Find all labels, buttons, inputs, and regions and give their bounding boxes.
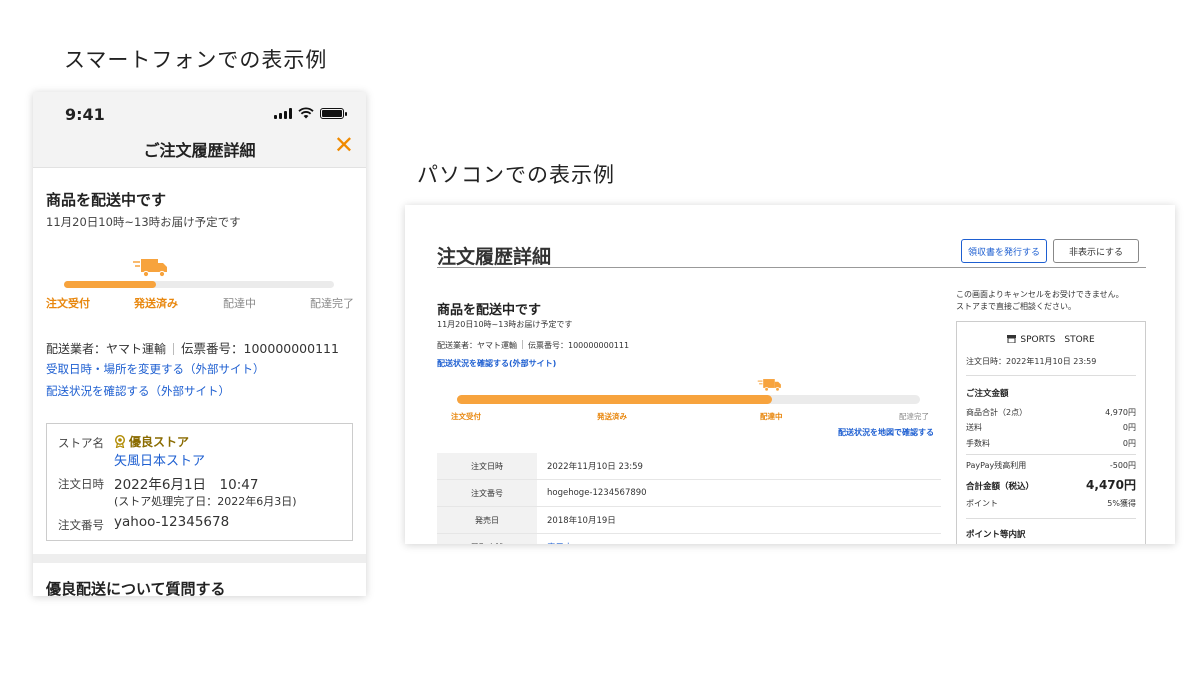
delivery-progress-fill	[457, 395, 772, 404]
cancel-notice: この画面よりキャンセルをお受けできません。 ストアまで直接ご相談ください。	[956, 289, 1124, 313]
status-time: 9:41	[65, 105, 105, 124]
fee-value: 0円	[1122, 439, 1136, 448]
carrier-name: 配送業者：ヤマト運輸	[46, 342, 167, 356]
wifi-icon	[298, 107, 314, 119]
carrier-info: 配送業者：ヤマト運輸 伝票番号：100000000111	[437, 340, 629, 351]
side-order-date: 注文日時：2022年11月10日 23:59	[966, 357, 1097, 366]
paypay-label: PayPay残高利用	[966, 461, 1027, 470]
delivery-progress-bar	[64, 281, 334, 288]
excellent-store-badge: 優良ストア	[114, 433, 189, 450]
faq-heading[interactable]: 優良配送について質問する	[46, 578, 226, 596]
step-in-delivery: 配達中	[760, 412, 783, 421]
delivery-status-title: 商品を配送中です	[46, 191, 167, 209]
points-value: 5%獲得	[1107, 499, 1136, 508]
page-title: 注文履歴詳細	[437, 246, 552, 268]
step-order-received: 注文受付	[46, 297, 90, 310]
order-detail-table: 注文日時 2022年11月10日 23:59 注文番号 hogehoge-123…	[437, 453, 941, 544]
points-label: ポイント	[966, 499, 998, 508]
step-order-received: 注文受付	[451, 412, 481, 421]
check-delivery-status-link[interactable]: 配送状況を確認する(外部サイト)	[437, 358, 556, 369]
smartphone-caption: スマートフォンでの表示例	[64, 48, 328, 72]
excellent-store-label: 優良ストア	[129, 435, 190, 449]
store-icon	[1007, 334, 1017, 343]
check-delivery-status-link[interactable]: 配送状況を確認する（外部サイト）	[46, 383, 230, 399]
table-value-cell: 2018年10月19日	[547, 516, 616, 526]
smartphone-screen: 9:41 ご注文履歴詳細 ✕ 商品を配送中です 11月20日10時~13時お届け…	[33, 92, 366, 596]
table-header-cell: 受取店舗	[437, 534, 537, 544]
order-date-note: (ストア処理完了日：2022年6月3日)	[114, 495, 297, 508]
page-title: ご注文履歴詳細	[143, 141, 256, 160]
table-row: 受取店舗 表示中	[437, 534, 941, 544]
divider	[966, 375, 1136, 376]
table-header-cell: 注文日時	[437, 453, 537, 479]
order-summary-panel: SPORTS STORE 注文日時：2022年11月10日 23:59 ご注文金…	[956, 321, 1146, 544]
amount-title: ご注文金額	[966, 389, 1009, 399]
table-value-cell: hogehoge-1234567890	[547, 488, 647, 498]
hide-order-button[interactable]: 非表示にする	[1053, 239, 1139, 263]
table-row: 注文番号 hogehoge-1234567890	[437, 480, 941, 507]
check-delivery-map-link[interactable]: 配送状況を地図で確認する	[838, 427, 934, 438]
section-divider	[33, 554, 366, 563]
issue-receipt-button[interactable]: 領収書を発行する	[961, 239, 1047, 263]
truck-icon	[757, 379, 781, 392]
points-breakdown-title: ポイント等内訳	[966, 530, 1026, 540]
title-divider	[437, 267, 1146, 268]
delivery-progress-bar	[457, 395, 920, 404]
order-number-label: 注文番号	[58, 518, 104, 532]
award-icon	[115, 435, 125, 448]
divider	[966, 518, 1136, 519]
order-date-label: 注文日時	[58, 477, 104, 491]
delivery-status-title: 商品を配送中です	[437, 303, 542, 318]
step-delivered: 配達完了	[899, 412, 929, 421]
order-info-box: ストア名 優良ストア 矢風日本ストア 注文日時 2022年6月1日 10:47 …	[46, 423, 353, 541]
app-header: ご注文履歴詳細 ✕	[33, 128, 366, 168]
table-row: 注文日時 2022年11月10日 23:59	[437, 453, 941, 480]
divider	[966, 454, 1136, 455]
subtotal-label: 商品合計（2点）	[966, 408, 1028, 417]
paypay-value: -500円	[1109, 461, 1136, 470]
subtotal-value: 4,970円	[1105, 408, 1136, 417]
pc-caption: パソコンでの表示例	[417, 163, 615, 187]
step-shipped: 発送済み	[134, 297, 178, 310]
total-value: 4,470円	[1086, 478, 1136, 492]
cancel-notice-line: ストアまで直接ご相談ください。	[956, 302, 1076, 311]
tracking-number: 伝票番号：100000000111	[528, 341, 630, 350]
store-label: ストア名	[58, 436, 104, 450]
total-label: 合計金額（税込）	[966, 482, 1035, 492]
order-number: yahoo-12345678	[114, 514, 230, 530]
change-delivery-link[interactable]: 受取日時・場所を変更する（外部サイト）	[46, 361, 265, 377]
delivery-eta: 11月20日10時~13時お届け予定です	[437, 320, 573, 329]
step-in-delivery: 配達中	[223, 297, 256, 310]
store-name[interactable]: SPORTS STORE	[1020, 332, 1094, 345]
truck-icon	[133, 259, 167, 278]
shipping-label: 送料	[966, 423, 982, 432]
shipping-value: 0円	[1122, 423, 1136, 432]
close-icon[interactable]: ✕	[334, 133, 354, 157]
table-header-cell: 注文番号	[437, 480, 537, 506]
carrier-info: 配送業者：ヤマト運輸 伝票番号：100000000111	[46, 338, 339, 357]
table-value-cell: 2022年11月10日 23:59	[547, 462, 643, 472]
store-name-link[interactable]: 矢風日本ストア	[114, 450, 205, 469]
delivery-progress-fill	[64, 281, 156, 288]
carrier-name: 配送業者：ヤマト運輸	[437, 341, 517, 350]
table-header-cell: 発売日	[437, 507, 537, 533]
cellular-signal-icon	[274, 108, 292, 119]
step-delivered: 配達完了	[310, 297, 354, 310]
table-row: 発売日 2018年10月19日	[437, 507, 941, 534]
battery-icon	[320, 108, 347, 119]
pc-screen: 注文履歴詳細 領収書を発行する 非表示にする 商品を配送中です 11月20日10…	[405, 205, 1175, 544]
store-header: SPORTS STORE	[957, 332, 1145, 345]
cancel-notice-line: この画面よりキャンセルをお受けできません。	[956, 290, 1124, 299]
fee-label: 手数料	[966, 439, 990, 448]
step-shipped: 発送済み	[597, 412, 627, 421]
table-value-link[interactable]: 表示中	[547, 534, 573, 544]
delivery-eta: 11月20日10時~13時お届け予定です	[46, 215, 241, 229]
order-date: 2022年6月1日 10:47	[114, 477, 259, 493]
tracking-number: 伝票番号：100000000111	[181, 341, 339, 356]
